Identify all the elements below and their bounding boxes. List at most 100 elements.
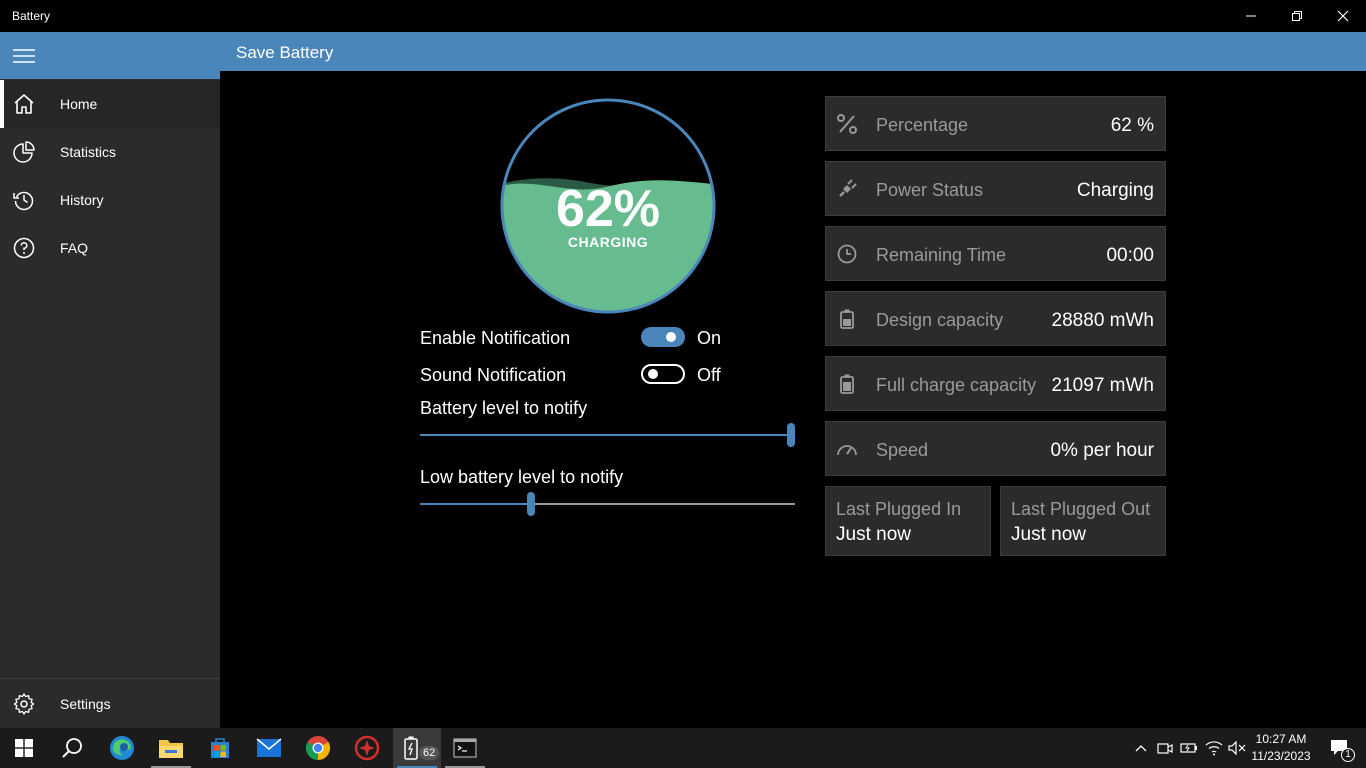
sound-notification-state: Off xyxy=(697,365,721,385)
percentage-card: Percentage 62 % xyxy=(825,96,1166,151)
design-capacity-card: Design capacity 28880 mWh xyxy=(825,291,1166,346)
battery-badge: 62 xyxy=(419,746,440,760)
last-plugged-out-value: Just now xyxy=(1011,524,1086,545)
battery-level-label: Battery level to notify xyxy=(420,398,588,418)
clock-date: 11/23/2023 xyxy=(1251,749,1311,763)
start-button[interactable] xyxy=(0,728,48,768)
remaining-time-card: Remaining Time 00:00 xyxy=(825,226,1166,281)
terminal-app[interactable] xyxy=(441,728,489,768)
card-value: 0% per hour xyxy=(1050,440,1154,461)
slider-fill xyxy=(420,434,791,436)
slider-fill xyxy=(420,503,531,505)
battery-app-icon xyxy=(404,736,418,760)
network-button[interactable] xyxy=(1202,728,1226,768)
speed-card: Speed 0% per hour xyxy=(825,421,1166,476)
enable-notification-toggle[interactable] xyxy=(641,327,685,347)
speedometer-icon xyxy=(837,445,857,456)
card-value: 28880 mWh xyxy=(1051,310,1154,331)
sidebar-item-home[interactable]: Home xyxy=(0,80,220,128)
home-icon xyxy=(14,94,34,114)
close-icon xyxy=(1337,10,1349,22)
store-app[interactable] xyxy=(196,728,244,768)
battery-app[interactable]: 62 xyxy=(393,728,441,768)
taskbar-clock[interactable]: 10:27 AM 11/23/2023 xyxy=(1246,731,1316,765)
hamburger-icon xyxy=(13,49,35,63)
power-status-card: Power Status Charging xyxy=(825,161,1166,216)
page-title: Save Battery xyxy=(236,43,334,62)
sidebar-item-label: Home xyxy=(60,96,98,112)
volume-muted-icon xyxy=(1228,741,1246,755)
gear-icon xyxy=(13,693,35,715)
mail-app[interactable] xyxy=(245,728,293,768)
low-battery-slider[interactable] xyxy=(420,492,795,516)
search-icon xyxy=(62,738,82,758)
window-title: Battery xyxy=(12,9,51,23)
card-value: 00:00 xyxy=(1106,245,1154,266)
card-label: Remaining Time xyxy=(876,245,1007,265)
percent-icon xyxy=(837,114,857,134)
card-label: Speed xyxy=(876,440,929,460)
restore-button[interactable] xyxy=(1274,0,1320,32)
toggle-knob xyxy=(666,332,676,342)
card-label: Design capacity xyxy=(876,310,1004,330)
hamburger-button[interactable] xyxy=(0,32,220,79)
last-plugged-out-label: Last Plugged Out xyxy=(1011,499,1151,519)
antivirus-app[interactable] xyxy=(343,728,391,768)
sidebar-item-statistics[interactable]: Statistics xyxy=(0,128,220,176)
sidebar-item-label: FAQ xyxy=(60,240,89,256)
volume-button[interactable] xyxy=(1226,728,1248,768)
battery-percent: 62% xyxy=(555,180,661,238)
last-plugged-in-value: Just now xyxy=(836,524,911,545)
sidebar: Home Statistics History FAQ Settings xyxy=(0,32,220,728)
search-button[interactable] xyxy=(48,728,96,768)
sidebar-item-label: History xyxy=(60,192,104,208)
sidebar-item-settings[interactable]: Settings xyxy=(0,680,220,728)
taskbar: 62 10:27 AM 11/23/2023 1 xyxy=(0,728,1366,768)
restore-icon xyxy=(1292,11,1302,21)
windows-logo-icon xyxy=(15,739,33,757)
store-icon xyxy=(211,738,229,758)
close-button[interactable] xyxy=(1320,0,1366,32)
chevron-up-icon xyxy=(1135,745,1147,752)
card-label: Power Status xyxy=(876,180,984,200)
toggle-knob xyxy=(648,369,658,379)
sidebar-divider xyxy=(0,678,220,679)
file-explorer-app[interactable] xyxy=(147,728,195,768)
folder-icon xyxy=(159,740,183,758)
help-icon xyxy=(13,237,35,259)
clock-icon xyxy=(837,244,857,264)
battery-tray-button[interactable] xyxy=(1178,728,1200,768)
sound-notification-toggle[interactable] xyxy=(641,364,685,384)
battery-status: CHARGING xyxy=(567,234,649,250)
meet-now-button[interactable] xyxy=(1154,728,1176,768)
sidebar-item-faq[interactable]: FAQ xyxy=(0,224,220,272)
last-plugged-out-card: Last Plugged Out Just now xyxy=(1000,486,1166,556)
notification-count: 1 xyxy=(1341,748,1355,762)
notification-center-button[interactable]: 1 xyxy=(1320,728,1360,768)
history-icon xyxy=(13,191,34,211)
sidebar-item-history[interactable]: History xyxy=(0,176,220,224)
chrome-app[interactable] xyxy=(294,728,342,768)
battery-level-slider[interactable] xyxy=(420,423,795,447)
selection-indicator xyxy=(0,80,4,128)
enable-notification-label: Enable Notification xyxy=(420,328,571,348)
sound-notification-label: Sound Notification xyxy=(420,365,567,385)
edge-app[interactable] xyxy=(98,728,146,768)
wifi-icon xyxy=(1205,741,1223,756)
card-label: Percentage xyxy=(876,115,969,135)
show-hidden-icons-button[interactable] xyxy=(1130,728,1152,768)
minimize-icon xyxy=(1246,15,1256,17)
sidebar-settings-label: Settings xyxy=(60,696,111,712)
low-battery-label: Low battery level to notify xyxy=(420,467,624,487)
battery-tray-icon xyxy=(1180,743,1197,753)
edge-icon xyxy=(110,736,134,760)
card-value: 62 % xyxy=(1110,115,1154,136)
chrome-icon xyxy=(305,736,331,760)
minimize-button[interactable] xyxy=(1228,0,1274,32)
slider-thumb[interactable] xyxy=(527,492,535,516)
pie-chart-icon xyxy=(13,141,35,163)
mail-icon xyxy=(256,738,282,757)
enable-notification-state: On xyxy=(697,328,722,348)
slider-thumb[interactable] xyxy=(787,423,795,447)
card-value: Charging xyxy=(1076,180,1154,201)
